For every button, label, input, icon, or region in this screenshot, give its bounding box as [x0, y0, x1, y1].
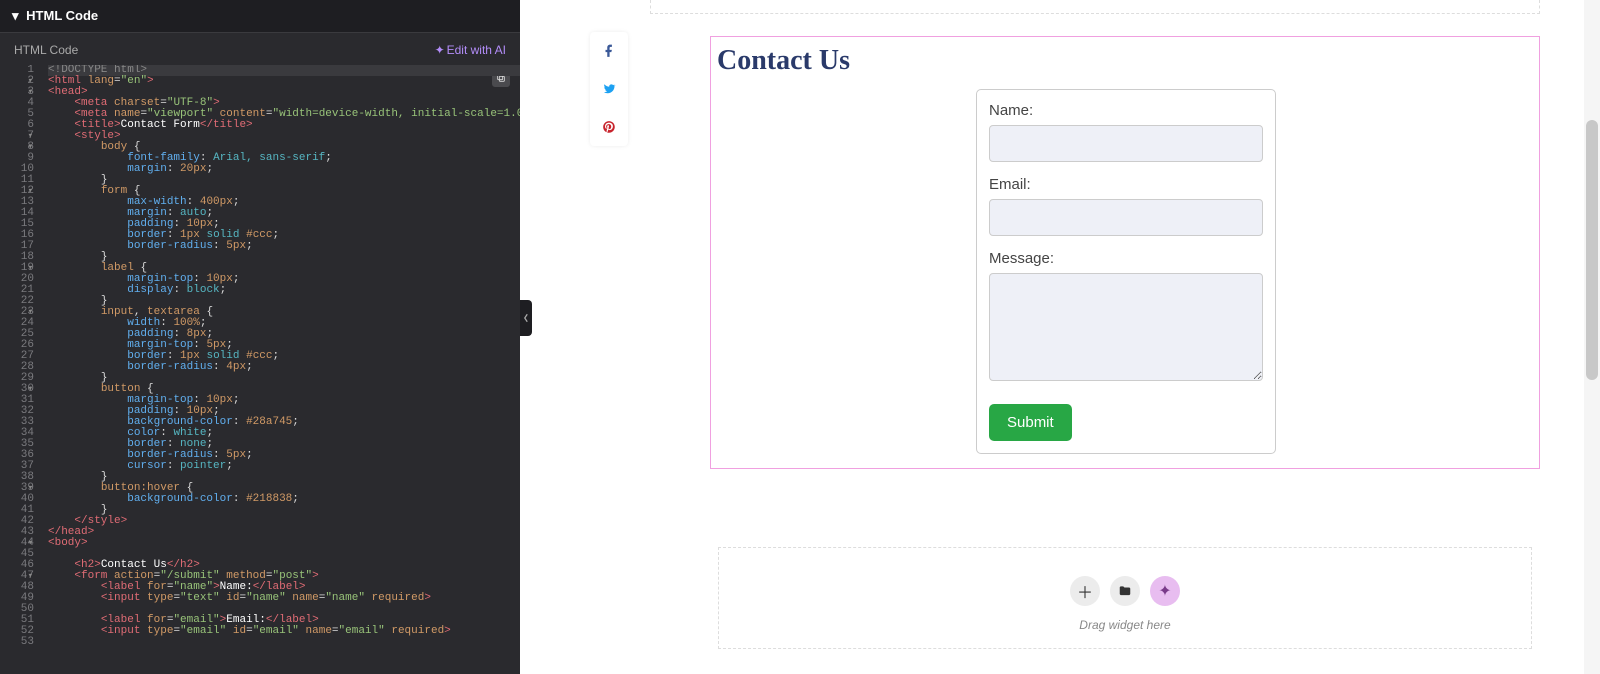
panel-header[interactable]: ▾ HTML Code: [0, 0, 520, 33]
sparkle-icon: ✦: [1158, 581, 1171, 601]
pinterest-icon: [602, 120, 616, 134]
plus-icon: ＋: [1077, 579, 1093, 603]
twitter-icon: [602, 82, 616, 96]
add-widget-button[interactable]: ＋: [1070, 576, 1100, 606]
drag-widget-hint: Drag widget here: [719, 618, 1531, 632]
widget-slot-top[interactable]: [650, 0, 1540, 14]
edit-with-ai-button[interactable]: ✦Edit with AI: [435, 43, 506, 57]
share-twitter-button[interactable]: [590, 70, 628, 108]
share-pinterest-button[interactable]: [590, 108, 628, 146]
code-block-label: HTML Code: [14, 43, 78, 57]
email-label: Email:: [989, 176, 1263, 193]
message-label: Message:: [989, 250, 1263, 267]
widget-drop-zone[interactable]: ＋ ✦ Drag widget here: [718, 547, 1532, 649]
collapse-panel-handle[interactable]: [520, 300, 532, 336]
sparkle-icon: ✦: [435, 43, 445, 57]
share-facebook-button[interactable]: [590, 32, 628, 70]
vertical-scrollbar[interactable]: [1584, 0, 1600, 674]
code-editor-panel: ▾ HTML Code HTML Code ✦Edit with AI 12▾3…: [0, 0, 520, 674]
panel-title: HTML Code: [26, 8, 98, 23]
folder-icon: [1118, 584, 1132, 598]
facebook-icon: [602, 44, 616, 58]
widget-library-button[interactable]: [1110, 576, 1140, 606]
name-input[interactable]: [989, 125, 1263, 162]
submit-button[interactable]: Submit: [989, 404, 1072, 441]
code-editor[interactable]: 12▾3▾4567▾8▾9101112▾13141516171819▾20212…: [0, 65, 520, 674]
email-input[interactable]: [989, 199, 1263, 236]
scrollbar-thumb[interactable]: [1586, 120, 1598, 380]
collapse-caret-icon: ▾: [12, 8, 19, 24]
ai-widget-button[interactable]: ✦: [1150, 576, 1180, 606]
preview-panel: Contact Us Name: Email: Message: Submit …: [520, 0, 1600, 674]
contact-form: Name: Email: Message: Submit: [976, 89, 1276, 454]
name-label: Name:: [989, 102, 1263, 119]
message-textarea[interactable]: [989, 273, 1263, 381]
html-widget-preview[interactable]: Contact Us Name: Email: Message: Submit: [710, 36, 1540, 469]
social-share-bar: [590, 32, 628, 146]
contact-heading: Contact Us: [717, 45, 1539, 77]
